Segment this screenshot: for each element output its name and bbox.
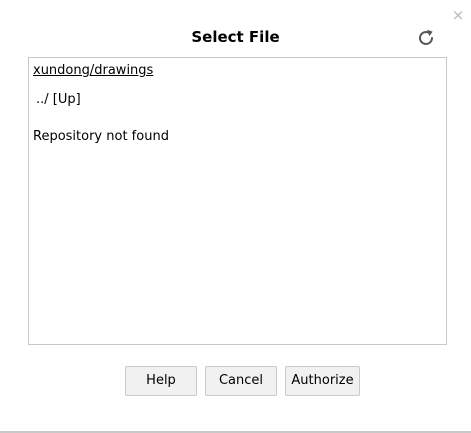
dialog-title: Select File xyxy=(191,28,280,46)
authorize-button[interactable]: Authorize xyxy=(285,366,360,396)
repository-path-link[interactable]: xundong/drawings xyxy=(33,63,153,78)
file-list-panel: xundong/drawings ../ [Up] Repository not… xyxy=(28,57,447,345)
status-message: Repository not found xyxy=(33,129,169,144)
select-file-dialog: × Select File xundong/drawings ../ [Up] … xyxy=(0,0,471,433)
cancel-button[interactable]: Cancel xyxy=(205,366,277,396)
help-button[interactable]: Help xyxy=(125,366,197,396)
refresh-icon[interactable] xyxy=(416,28,436,48)
parent-directory-link[interactable]: ../ [Up] xyxy=(36,92,81,107)
close-icon[interactable]: × xyxy=(451,8,465,23)
